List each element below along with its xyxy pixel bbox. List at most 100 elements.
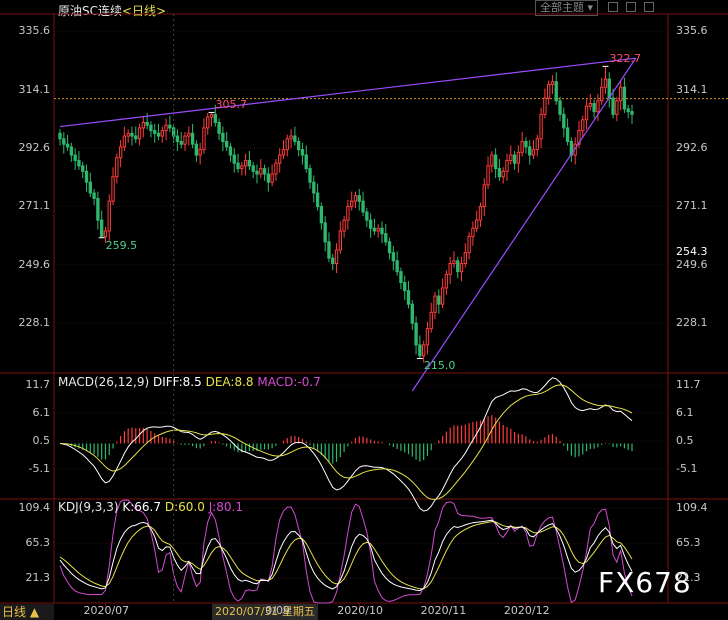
candle-body <box>62 138 66 145</box>
candle-body <box>285 138 289 151</box>
macd-histogram <box>63 415 633 464</box>
candle-body <box>255 170 259 175</box>
candle-body <box>505 159 509 172</box>
candle-body <box>452 260 456 265</box>
price-tick-left: 249.6 <box>18 257 51 271</box>
candle-body <box>206 116 210 129</box>
x-axis-label: 2020/07 <box>83 604 130 617</box>
kdj-tick-right: 65.3 <box>676 536 701 550</box>
candle-body <box>103 230 108 237</box>
candle-body <box>175 135 180 142</box>
candle-body <box>81 165 85 172</box>
candle-body <box>437 295 441 305</box>
kdj-tick-left: 21.3 <box>25 571 51 585</box>
kdj-k-line <box>59 519 633 592</box>
candle-body <box>84 170 89 183</box>
macd-tick-left: 0.5 <box>32 433 51 447</box>
candle-body <box>418 344 422 357</box>
candle-body <box>512 154 517 164</box>
candle-body <box>372 227 377 232</box>
candle-body <box>69 146 74 156</box>
x-axis-label: 2020/12 <box>503 604 550 617</box>
macd-dea-line <box>59 384 633 500</box>
candle-body <box>535 138 539 151</box>
candle-body <box>433 295 437 313</box>
candle-body <box>145 121 149 126</box>
macd-title: MACD(26,12,9) <box>58 375 150 389</box>
candle-body <box>520 140 524 153</box>
candle-body <box>626 108 630 113</box>
candle-body <box>539 113 543 140</box>
candlestick-series <box>58 66 634 363</box>
candle-body <box>266 173 271 183</box>
macd-diff-value: DIFF:8.5 <box>152 375 202 389</box>
kdj-tick-right: 21.3 <box>676 571 701 585</box>
kdj-tick-left: 65.3 <box>25 536 51 550</box>
price-annotation: 305.7 <box>215 98 248 112</box>
candle-body <box>331 257 335 265</box>
candle-body <box>444 273 449 289</box>
candle-body <box>622 86 627 110</box>
candle-body <box>209 113 214 118</box>
candle-body <box>497 168 502 178</box>
candle-body <box>92 192 96 199</box>
candle-body <box>350 200 354 208</box>
candle-body <box>293 135 297 142</box>
candle-body <box>96 197 100 221</box>
price-tick-left: 292.6 <box>18 140 51 154</box>
candle-body <box>319 206 324 224</box>
candle-body <box>596 100 600 113</box>
candle-body <box>141 121 146 129</box>
kdj-tick-left: 109.4 <box>18 501 51 515</box>
candle-body <box>323 222 327 243</box>
macd-tick-right: 0.5 <box>676 433 694 447</box>
candle-body <box>429 311 433 330</box>
candle-body <box>342 219 346 232</box>
kdj-j-line <box>59 499 633 604</box>
macd-tick-left: 6.1 <box>32 406 51 420</box>
candle-body <box>603 78 608 88</box>
x-axis-label: 2020/11 <box>420 604 467 617</box>
candle-body <box>581 119 585 132</box>
candle-body <box>630 111 634 115</box>
chart-canvas <box>0 13 728 607</box>
candle-body <box>312 181 316 194</box>
candle-body <box>58 132 62 140</box>
chart-window: { "header": { "instrument": "原油SC连续", "p… <box>0 0 728 620</box>
candle-body <box>425 328 430 346</box>
candle-body <box>202 127 206 151</box>
candle-body <box>153 130 157 134</box>
kdj-title: KDJ(9,3,3) <box>58 500 119 514</box>
candle-body <box>524 140 528 148</box>
candle-body <box>380 227 384 235</box>
kdj-j-value: J:80.1 <box>208 500 243 514</box>
period-button-label: 日线 ▲ <box>2 605 40 619</box>
candle-body <box>592 103 596 113</box>
candle-body <box>501 170 505 178</box>
candle-body <box>274 162 278 175</box>
price-tick-right: 335.6 <box>676 24 708 38</box>
candle-body <box>490 154 494 167</box>
candle-body <box>588 103 593 107</box>
candle-body <box>395 260 399 273</box>
candle-body <box>467 235 471 254</box>
candle-body <box>543 97 547 115</box>
period-button[interactable]: 日线 ▲ <box>0 604 54 620</box>
candle-body <box>376 227 380 232</box>
candle-body <box>278 154 282 164</box>
price-tick-left: 271.1 <box>18 199 51 213</box>
candle-body <box>475 219 479 229</box>
macd-value: MACD:-0.7 <box>257 375 321 389</box>
price-tick-left: 228.1 <box>18 315 51 329</box>
candle-body <box>111 176 115 202</box>
x-axis-label: 0/09 <box>265 604 290 617</box>
candle-body <box>183 135 187 145</box>
candle-body <box>304 154 308 170</box>
price-tick-left: 335.6 <box>18 24 51 38</box>
candle-body <box>334 249 339 265</box>
candle-body <box>607 78 611 99</box>
candle-body <box>410 303 414 324</box>
candle-body <box>365 211 369 221</box>
candle-body <box>126 132 130 137</box>
candle-body <box>493 154 498 170</box>
